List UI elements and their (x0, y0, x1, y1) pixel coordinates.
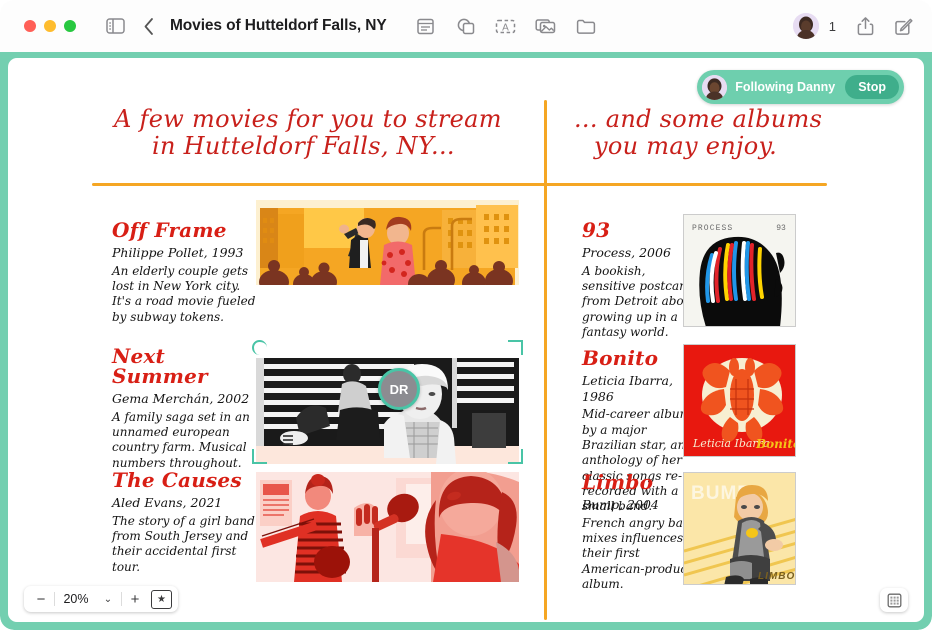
folder-icon[interactable] (571, 11, 601, 41)
back-icon[interactable] (134, 11, 164, 41)
left-heading-line2: in Hutteldorf Falls, NY... (152, 131, 455, 160)
app-window: Movies of Hutteldorf Falls, NY A 1 Follo… (0, 0, 932, 630)
shapes-icon[interactable] (451, 11, 481, 41)
movie-credit: Gema Merchán, 2002 (112, 391, 250, 406)
right-heading-line2: you may enjoy. (594, 131, 778, 160)
compose-icon[interactable] (888, 11, 918, 41)
stop-following-button[interactable]: Stop (845, 75, 899, 99)
collaborator-count: 1 (828, 18, 836, 34)
title-bar: Movies of Hutteldorf Falls, NY A 1 (0, 0, 932, 52)
close-window-button[interactable] (24, 20, 36, 32)
note-icon[interactable] (411, 11, 441, 41)
movie-artwork[interactable] (256, 200, 519, 285)
movie-title: Next Summer (112, 344, 208, 388)
toolbar-right-group: 1 (792, 11, 918, 41)
board-content: A few movies for you to stream in Huttel… (8, 58, 924, 622)
minimize-window-button[interactable] (44, 20, 56, 32)
text-box-icon[interactable]: A (491, 11, 521, 41)
album-cover[interactable]: Leticia Ibarra Bonito (683, 344, 796, 457)
stop-button-label: Stop (858, 80, 886, 94)
selection-handle[interactable] (252, 449, 267, 464)
media-icon[interactable] (531, 11, 561, 41)
vertical-divider-line (544, 100, 547, 620)
zoom-in-button[interactable]: + (124, 588, 146, 610)
divider (54, 592, 55, 606)
page-title: Movies of Hutteldorf Falls, NY (170, 17, 387, 34)
movie-description: An elderly couple gets lost in New York … (112, 263, 256, 324)
star-icon[interactable]: ★ (151, 589, 172, 609)
toolbar-tools: A (411, 11, 601, 41)
movie-description: The story of a girl band from South Jers… (112, 513, 255, 574)
board-canvas[interactable]: Following Danny Stop A few movies for yo… (8, 58, 924, 622)
album-cover[interactable]: BUMP LIMBO (683, 472, 796, 585)
left-column-heading: A few movies for you to stream in Huttel… (108, 106, 538, 160)
svg-text:A: A (502, 22, 509, 33)
list-item[interactable]: The Causes Aled Evans, 2021 The story of… (112, 470, 264, 575)
list-item[interactable]: Next Summer Gema Merchán, 2002 A family … (112, 346, 262, 471)
traffic-lights (24, 20, 76, 32)
movie-title: The Causes (112, 468, 242, 492)
selection-handle[interactable] (508, 449, 523, 464)
sidebar-icon[interactable] (100, 11, 130, 41)
album-cover-title: 93 (776, 224, 786, 233)
collaborator-avatar[interactable] (792, 13, 819, 39)
selection-handle[interactable] (508, 340, 523, 355)
share-icon[interactable] (850, 11, 880, 41)
album-cover-title: Bonito (755, 437, 796, 451)
right-column-heading: ... and some albums you may enjoy. (568, 106, 908, 160)
grid-view-icon[interactable] (880, 588, 908, 612)
zoom-window-button[interactable] (64, 20, 76, 32)
following-label: Following Danny (735, 80, 836, 94)
movie-artwork[interactable] (256, 472, 519, 582)
selection-handle[interactable] (252, 340, 267, 355)
zoom-out-button[interactable]: − (30, 588, 52, 610)
following-pill: Following Danny Stop (697, 70, 904, 104)
album-cover-title: LIMBO (758, 571, 795, 582)
movie-title: Off Frame (112, 218, 227, 242)
following-avatar (702, 74, 728, 100)
movie-credit: Philippe Pollet, 1993 (112, 245, 244, 260)
collaborator-cursor-badge: DR (378, 368, 420, 410)
divider (121, 592, 122, 606)
list-item[interactable]: Off Frame Philippe Pollet, 1993 An elder… (112, 220, 260, 325)
horizontal-divider-line (92, 183, 827, 186)
left-heading-line1: A few movies for you to stream (114, 105, 502, 133)
album-cover-artist: PROCESS (692, 224, 733, 233)
right-heading-line1: ... and some albums (574, 105, 823, 133)
chevron-down-icon[interactable]: ⌄ (97, 588, 119, 610)
canvas-frame: Following Danny Stop A few movies for yo… (0, 52, 932, 630)
zoom-level-value[interactable]: 20% (57, 592, 95, 606)
zoom-controls: − 20% ⌄ + ★ (24, 586, 178, 612)
cursor-initials: DR (389, 381, 409, 397)
album-cover[interactable]: PROCESS 93 (683, 214, 796, 327)
movie-credit: Aled Evans, 2021 (112, 495, 223, 510)
movie-description: A family saga set in an unnamed european… (112, 409, 250, 470)
